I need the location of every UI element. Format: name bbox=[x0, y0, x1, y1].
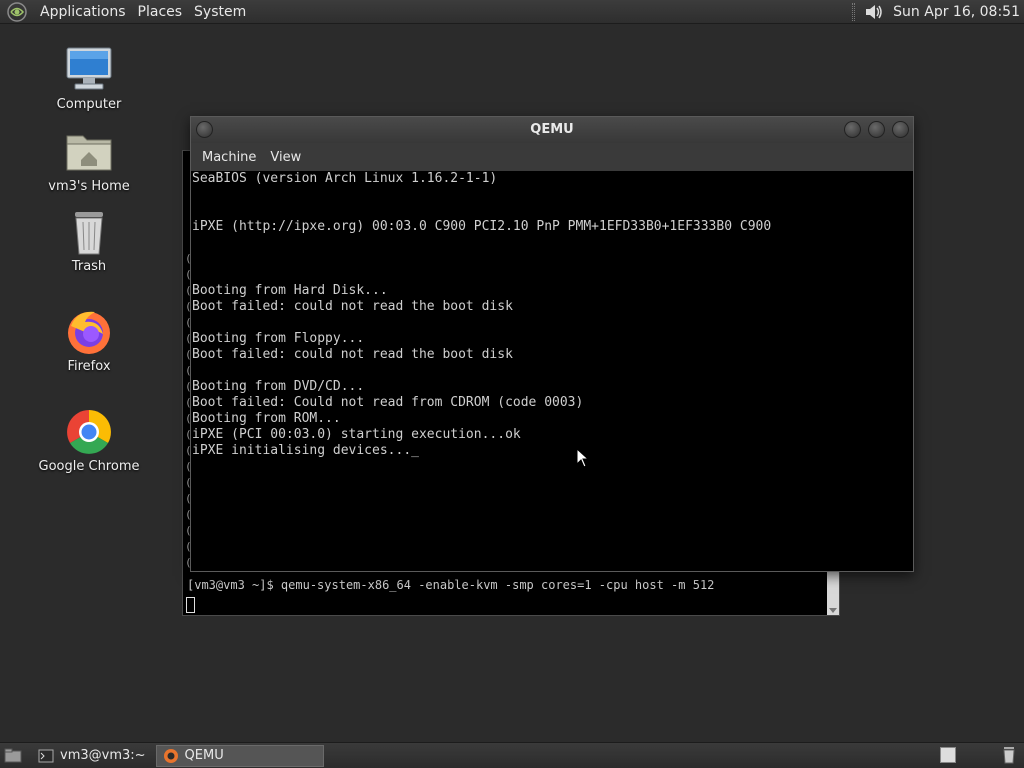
terminal-cursor bbox=[186, 597, 195, 613]
bottom-panel: vm3@vm3:~ QEMU bbox=[0, 742, 1024, 768]
home-folder-icon bbox=[66, 135, 112, 171]
taskbar-item-label: QEMU bbox=[184, 748, 224, 763]
taskbar-item-label: vm3@vm3:~ bbox=[60, 748, 146, 763]
qemu-menubar: Machine View bbox=[191, 143, 913, 171]
taskbar-item-terminal[interactable]: vm3@vm3:~ bbox=[32, 745, 152, 767]
desktop-icon-label: Trash bbox=[71, 259, 107, 274]
close-button[interactable] bbox=[892, 121, 909, 138]
panel-handle bbox=[852, 3, 856, 21]
mouse-pointer-icon bbox=[576, 448, 590, 468]
scroll-down-arrow-icon[interactable] bbox=[829, 608, 837, 613]
applications-menu[interactable]: Applications bbox=[34, 0, 132, 24]
desktop-icon-label: Google Chrome bbox=[38, 459, 140, 474]
clock[interactable]: Sun Apr 16, 08:51 bbox=[893, 4, 1020, 20]
computer-icon bbox=[66, 47, 112, 90]
desktop-icon-trash[interactable]: Trash bbox=[34, 206, 144, 274]
volume-icon[interactable] bbox=[863, 1, 885, 23]
trash-applet-icon[interactable] bbox=[1002, 746, 1016, 764]
desktop-icon-firefox[interactable]: Firefox bbox=[34, 306, 144, 374]
desktop-icon-label: Firefox bbox=[67, 359, 111, 374]
trash-icon bbox=[75, 212, 103, 255]
qemu-window[interactable]: QEMU Machine View SeaBIOS (version Arch … bbox=[190, 116, 914, 572]
vm-display[interactable]: SeaBIOS (version Arch Linux 1.16.2-1-1) … bbox=[191, 171, 913, 571]
top-panel: Applications Places System Sun Apr 16, 0… bbox=[0, 0, 1024, 24]
view-menu[interactable]: View bbox=[263, 150, 308, 165]
system-menu[interactable]: System bbox=[188, 0, 252, 24]
window-title: QEMU bbox=[530, 122, 574, 137]
firefox-icon bbox=[68, 311, 110, 354]
workspace-switcher[interactable] bbox=[940, 747, 956, 763]
minimize-button[interactable] bbox=[844, 121, 861, 138]
desktop-icon-chrome[interactable]: Google Chrome bbox=[34, 406, 144, 474]
maximize-button[interactable] bbox=[868, 121, 885, 138]
terminal-icon bbox=[38, 749, 54, 762]
desktop-icon-computer[interactable]: Computer bbox=[34, 44, 144, 112]
distro-logo-icon[interactable] bbox=[6, 1, 28, 23]
machine-menu[interactable]: Machine bbox=[195, 150, 263, 165]
window-menu-button[interactable] bbox=[196, 121, 213, 138]
desktop-icon-label: Computer bbox=[56, 97, 122, 112]
chrome-icon bbox=[67, 410, 111, 454]
taskbar-item-qemu[interactable]: QEMU bbox=[155, 744, 324, 767]
places-menu[interactable]: Places bbox=[132, 0, 189, 24]
qemu-titlebar[interactable]: QEMU bbox=[191, 117, 913, 143]
vm-console-output: SeaBIOS (version Arch Linux 1.16.2-1-1) … bbox=[192, 171, 772, 458]
terminal-prompt-line: [vm3@vm3 ~]$ qemu-system-x86_64 -enable-… bbox=[187, 578, 715, 592]
desktop-icon-label: vm3's Home bbox=[48, 179, 130, 194]
terminal-scrollbar[interactable] bbox=[827, 571, 839, 615]
show-desktop-icon[interactable] bbox=[2, 745, 24, 767]
qemu-icon bbox=[163, 748, 178, 763]
desktop-icon-home[interactable]: vm3's Home bbox=[34, 126, 144, 194]
